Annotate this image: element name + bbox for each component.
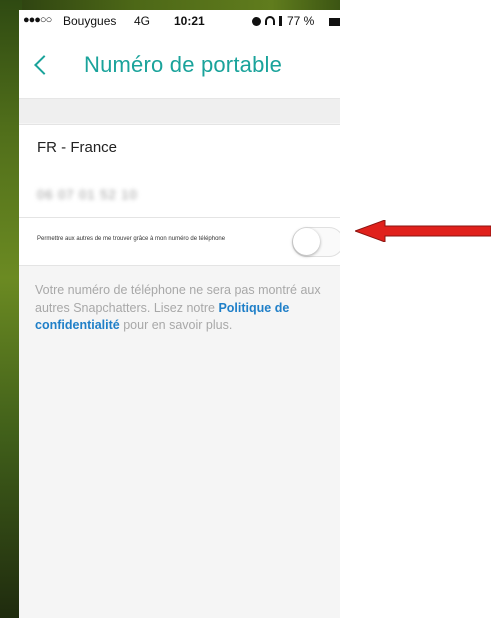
carrier-name: Bouygues	[63, 14, 117, 28]
country-value: FR - France	[37, 139, 118, 156]
back-chevron-icon[interactable]	[34, 55, 54, 75]
find-by-phone-label: Permettre aux autres de me trouver grâce…	[37, 236, 226, 242]
headphones-icon	[265, 16, 275, 25]
alarm-icon	[252, 17, 261, 26]
toggle-knob	[293, 228, 320, 255]
status-time: 10:21	[174, 14, 205, 28]
section-spacer	[19, 99, 340, 123]
phone-screen: ●●●○○ Bouygues 4G 10:21 77 % Numéro de p…	[19, 10, 340, 618]
page-title: Numéro de portable	[84, 52, 283, 77]
find-by-phone-row: Permettre aux autres de me trouver grâce…	[19, 218, 340, 266]
annotation-arrow-icon	[355, 220, 491, 242]
privacy-note-text-end: pour en savoir plus.	[119, 318, 233, 332]
battery-percent: 77 %	[287, 14, 315, 28]
signal-strength: ●●●○○	[23, 14, 52, 26]
status-bar: ●●●○○ Bouygues 4G 10:21 77 %	[19, 10, 340, 32]
find-by-phone-toggle[interactable]	[292, 227, 340, 257]
privacy-note: Votre numéro de téléphone ne sera pas mo…	[35, 282, 340, 335]
navigation-bar: Numéro de portable	[19, 32, 340, 99]
country-row[interactable]: FR - France	[19, 124, 340, 172]
phone-number-field[interactable]: 06 07 01 52 10	[37, 187, 138, 202]
phone-number-row[interactable]: 06 07 01 52 10	[19, 171, 340, 218]
network-type: 4G	[134, 14, 151, 28]
bluetooth-icon	[279, 16, 282, 26]
battery-icon	[329, 18, 340, 26]
